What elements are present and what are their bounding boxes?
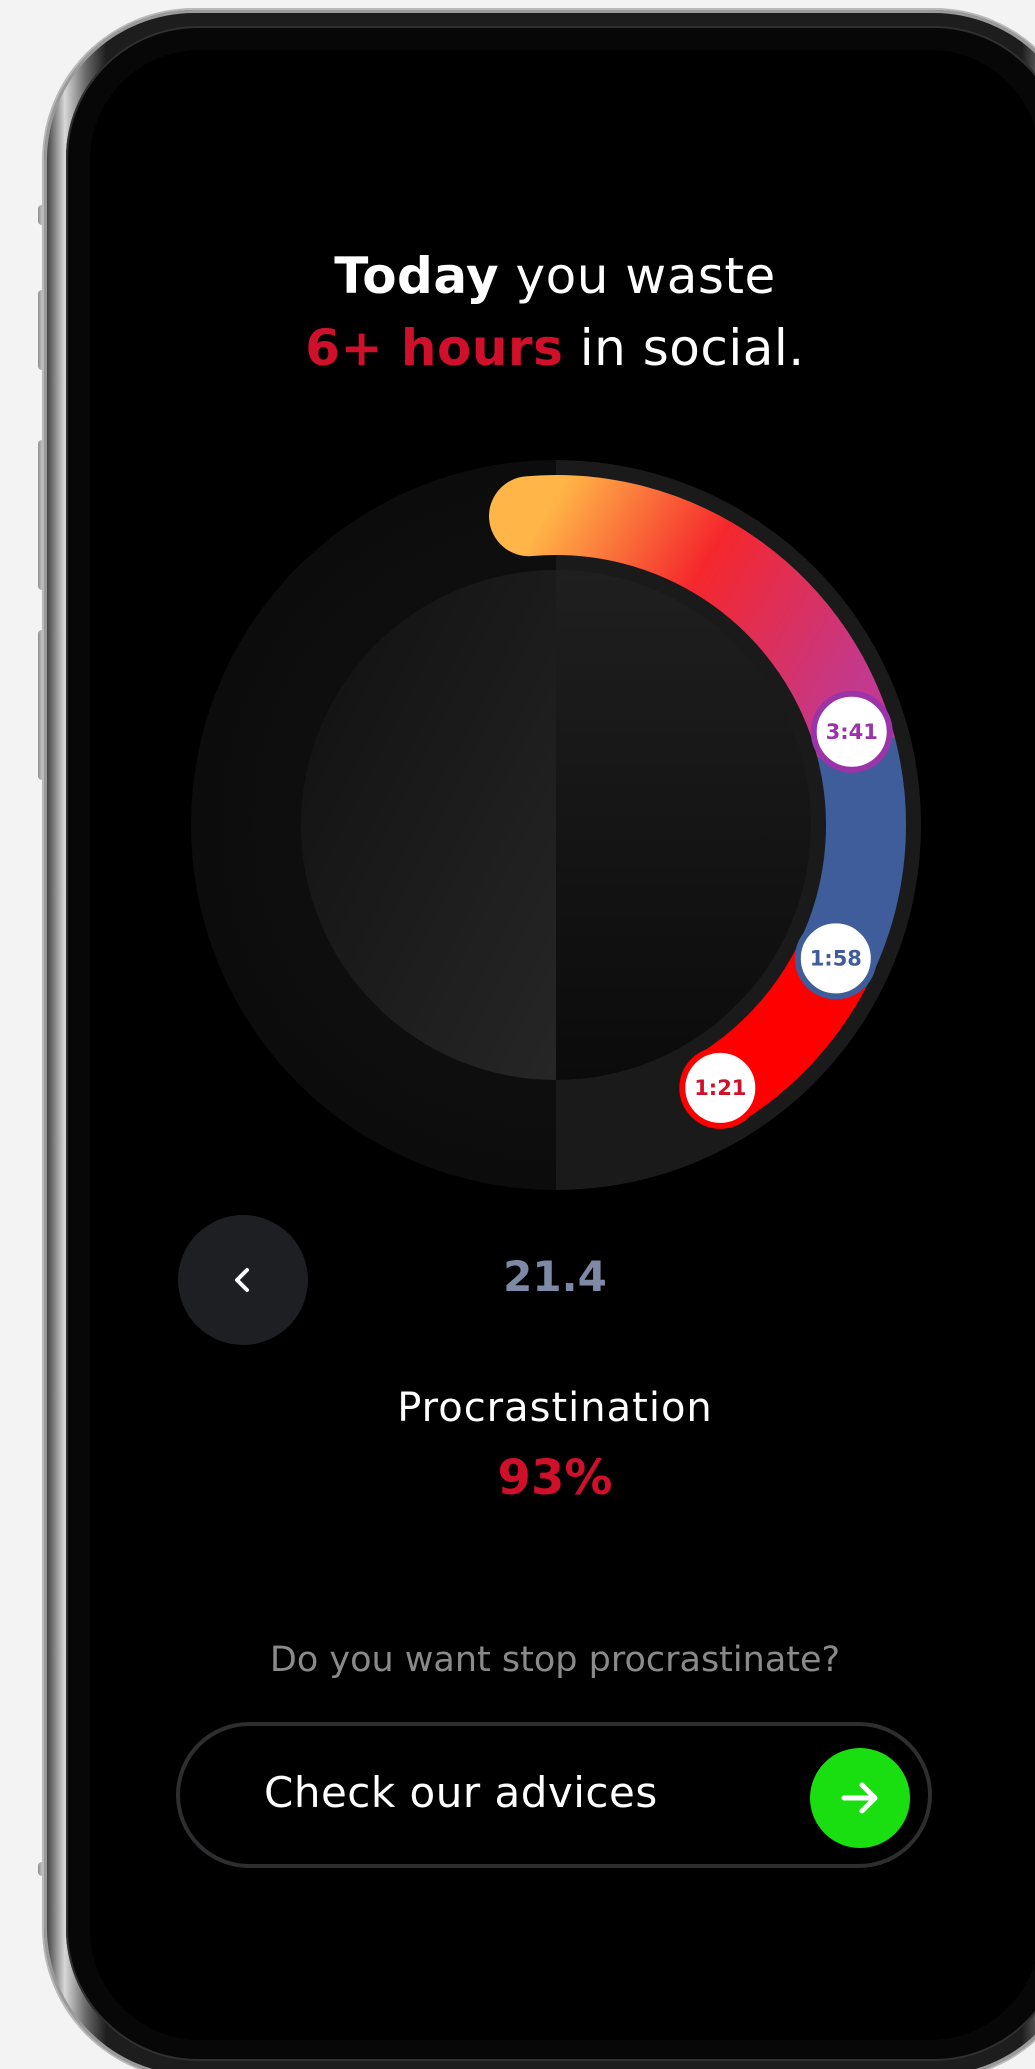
check-advices-button[interactable]: Check our advices bbox=[176, 1722, 932, 1868]
segment-chip-2[interactable]: 1:58 bbox=[794, 917, 877, 1000]
cta-question: Do you want stop procrastinate? bbox=[269, 1640, 841, 1680]
metric-label: Procrastination bbox=[397, 1385, 713, 1431]
current-date: 21.4 bbox=[503, 1252, 607, 1301]
usage-ring-chart: 3:41 1:58 1:21 bbox=[191, 460, 921, 1190]
cta-label: Check our advices bbox=[264, 1768, 658, 1817]
device-mockup: Today you waste 6+ hours in social. 3:41… bbox=[0, 0, 1035, 2069]
title-hours: 6+ hours bbox=[305, 319, 564, 377]
title-line-2: 6+ hours in social. bbox=[0, 312, 1035, 384]
title-line-1: Today you waste bbox=[0, 240, 1035, 312]
previous-day-button[interactable] bbox=[178, 1215, 308, 1345]
arrow-right-icon bbox=[841, 1782, 878, 1814]
segment-chip-3[interactable]: 1:21 bbox=[679, 1046, 762, 1129]
title-verb: you waste bbox=[499, 247, 776, 305]
title-day: Today bbox=[334, 247, 500, 305]
chevron-left-icon bbox=[235, 1268, 249, 1292]
segment-label-2: 1:58 bbox=[810, 946, 862, 970]
segment-label-1: 3:41 bbox=[826, 720, 878, 744]
page-title: Today you waste 6+ hours in social. bbox=[0, 240, 1035, 384]
cta-arrow-button[interactable] bbox=[810, 1748, 910, 1848]
segment-label-3: 1:21 bbox=[694, 1076, 746, 1100]
segment-chip-1[interactable]: 3:41 bbox=[810, 690, 893, 773]
metric-value: 93% bbox=[497, 1450, 613, 1506]
title-context: in social. bbox=[563, 319, 805, 377]
